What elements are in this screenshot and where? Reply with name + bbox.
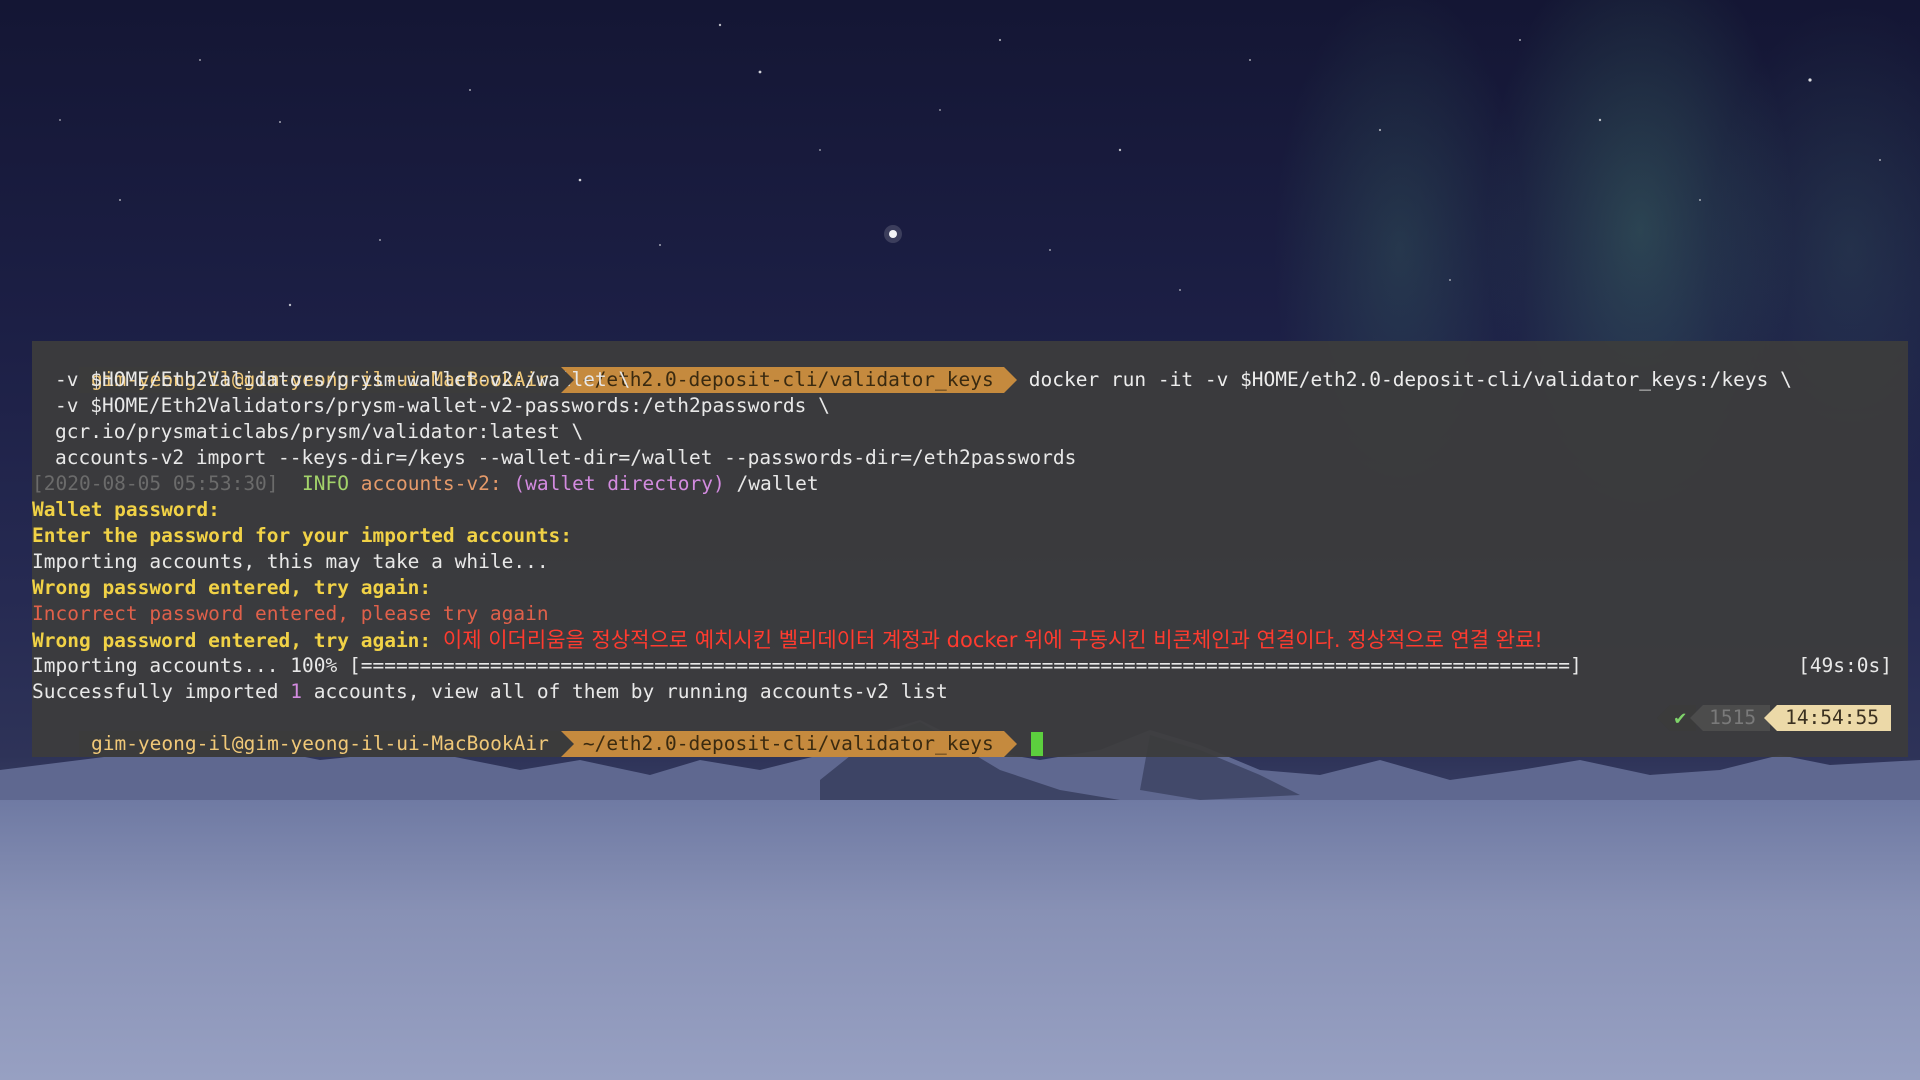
log-line: [2020-08-05 05:53:30] INFO accounts-v2: … [32, 471, 1908, 497]
prompt-directory: ~/eth2.0-deposit-cli/validator_keys [560, 731, 1004, 757]
importing-message: Importing accounts, this may take a whil… [32, 550, 549, 573]
prompt-user-host: gim-yeong-il@gim-yeong-il-ui-MacBookAir [78, 731, 561, 757]
right-prompt: ✔ 1515 14:54:55 [1657, 705, 1891, 731]
rprompt-separator-arrow [1764, 705, 1778, 731]
success-prefix: Successfully imported [32, 680, 291, 703]
progress-label: Importing accounts... 100% [ [32, 654, 361, 677]
log-level: INFO [302, 472, 349, 495]
annotation-text: 이제 이더리움을 정상적으로 예치시킨 벨리데이터 계정과 docker 위에 … [442, 628, 1543, 652]
snow-field [0, 800, 1920, 1080]
terminal-line-prompt: gim-yeong-il@gim-yeong-il-ui-MacBookAir ~… [32, 705, 1908, 757]
wrong-password-line: Wrong password entered, try again: 이제 이더… [32, 627, 1908, 653]
incorrect-password-error: Incorrect password entered, please try a… [32, 602, 549, 625]
rprompt-separator-arrow [1690, 705, 1704, 731]
rprompt-separator-arrow [1657, 705, 1671, 731]
progress-bar-end: ] [1569, 654, 1582, 677]
imported-count: 1 [290, 680, 303, 703]
wallet-password-prompt: Wallet password: [32, 498, 220, 521]
command-continuation: accounts-v2 import --keys-dir=/keys --wa… [55, 446, 1077, 469]
prompt-separator-arrow [1003, 731, 1017, 757]
command-continuation: gcr.io/prysmaticlabs/prysm/validator:lat… [55, 420, 584, 443]
progress-elapsed-time: [49s:0s] [1798, 654, 1892, 677]
command-continuation: -v $HOME/Eth2Validators/prysm-wallet-v2-… [55, 394, 830, 417]
wrong-password-message: Wrong password entered, try again: [32, 629, 432, 652]
success-suffix: accounts, view all of them by running ac… [302, 680, 948, 703]
history-number: 1515 [1703, 705, 1771, 731]
log-field: (wallet directory) [513, 472, 725, 495]
wrong-password-message: Wrong password entered, try again: [32, 576, 432, 599]
progress-line: Importing accounts... 100% [============… [32, 653, 1908, 679]
success-line: Successfully imported 1 accounts, view a… [32, 679, 1908, 705]
log-timestamp: [2020-08-05 05:53:30] [32, 472, 279, 495]
terminal-line-command: gim-yeong-il@gim-yeong-il-ui-MacBookAir ~… [32, 341, 1908, 393]
enter-password-prompt: Enter the password for your imported acc… [32, 524, 573, 547]
progress-bar: ========================================… [360, 654, 1570, 677]
prompt-separator-arrow [560, 367, 574, 393]
log-module: accounts-v2: [360, 472, 502, 495]
log-value: /wallet [736, 472, 819, 495]
terminal-cursor[interactable] [1030, 732, 1043, 756]
terminal-window[interactable]: gim-yeong-il@gim-yeong-il-ui-MacBookAir ~… [32, 341, 1908, 757]
prompt-separator-arrow [560, 731, 574, 757]
clock-time: 14:54:55 [1777, 705, 1891, 731]
command-continuation: -v $HOME/Eth2Validators/prysm-wallet-v2:… [55, 368, 631, 391]
